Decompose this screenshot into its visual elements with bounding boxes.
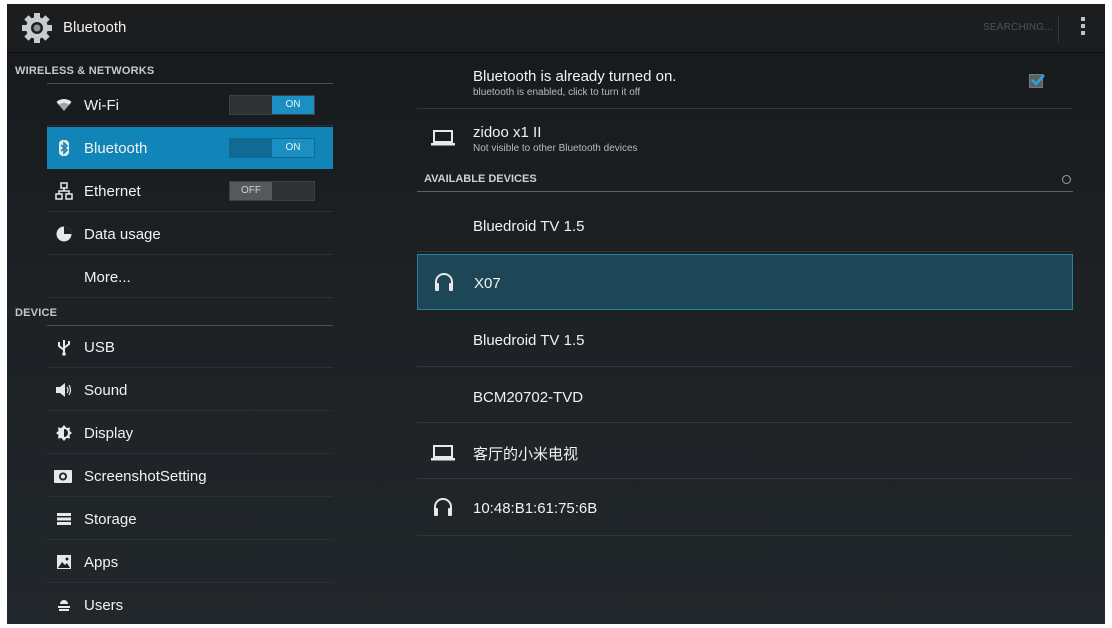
- bluetooth-toggle-state: ON: [272, 139, 314, 157]
- wifi-toggle-state: ON: [272, 96, 314, 114]
- device-name: Bluedroid TV 1.5: [473, 332, 585, 349]
- nav-label-more: More...: [84, 269, 131, 286]
- headphones-icon: [434, 498, 452, 516]
- laptop-icon: [431, 130, 455, 146]
- usb-icon: [58, 340, 70, 356]
- scanning-spinner-icon: [1062, 175, 1071, 184]
- brightness-icon: [56, 425, 72, 441]
- nav-item-more[interactable]: More...: [47, 256, 333, 298]
- device-row[interactable]: Bluedroid TV 1.5: [417, 311, 1073, 367]
- bluetooth-icon: [59, 140, 69, 156]
- device-name: BCM20702-TVD: [473, 389, 584, 406]
- available-devices-header: AVAILABLE DEVICES: [417, 164, 1073, 192]
- nav-item-sound[interactable]: Sound: [47, 369, 333, 411]
- device-name: 客厅的小米电视: [473, 446, 579, 463]
- nav-label-users: Users: [84, 597, 124, 614]
- nav-label-storage: Storage: [84, 511, 137, 528]
- nav-label-data-usage: Data usage: [84, 226, 161, 243]
- available-devices-label: AVAILABLE DEVICES: [424, 173, 537, 185]
- ethernet-toggle[interactable]: OFF: [229, 181, 315, 201]
- settings-screen: Bluetooth SEARCHING... WIRELESS & NETWOR…: [7, 4, 1105, 624]
- actionbar-divider: [1058, 16, 1059, 42]
- settings-gear-icon[interactable]: [19, 10, 55, 46]
- nav-label-ethernet: Ethernet: [84, 183, 141, 200]
- storage-icon: [57, 513, 71, 525]
- device-row[interactable]: Bluedroid TV 1.5: [417, 198, 1073, 252]
- nav-item-usb[interactable]: USB: [47, 326, 333, 368]
- device-row-selected[interactable]: X07: [417, 254, 1073, 310]
- nav-label-apps: Apps: [84, 554, 119, 571]
- bluetooth-panel: Bluetooth is already turned on. bluetoot…: [417, 52, 1073, 624]
- nav-label-wifi: Wi-Fi: [84, 97, 119, 114]
- data-usage-icon: [56, 226, 72, 242]
- app-title: Bluetooth: [63, 19, 127, 36]
- nav-label-usb: USB: [84, 339, 115, 356]
- bluetooth-enabled-checkbox[interactable]: [1029, 74, 1045, 88]
- settings-nav: WIRELESS & NETWORKS Wi-Fi ON Bluetooth O…: [7, 52, 333, 624]
- nav-item-data-usage[interactable]: Data usage: [47, 213, 333, 255]
- action-bar: Bluetooth SEARCHING...: [7, 4, 1105, 53]
- this-device-name: zidoo x1 II: [473, 124, 542, 141]
- nav-item-display[interactable]: Display: [47, 412, 333, 454]
- section-header-device: DEVICE: [7, 298, 333, 326]
- laptop-icon: [431, 445, 455, 461]
- nav-item-bluetooth[interactable]: Bluetooth ON: [47, 127, 333, 169]
- user-icon: [58, 600, 70, 611]
- bluetooth-status-subtitle: bluetooth is enabled, click to turn it o…: [473, 87, 641, 98]
- checkmark-icon: [1031, 74, 1045, 86]
- device-name: 10:48:B1:61:75:6B: [473, 500, 598, 517]
- headphones-icon: [435, 273, 453, 291]
- speaker-icon: [56, 383, 72, 397]
- searching-status[interactable]: SEARCHING...: [983, 22, 1053, 33]
- bluetooth-toggle[interactable]: ON: [229, 138, 315, 158]
- apps-icon: [57, 555, 71, 569]
- ethernet-toggle-state: OFF: [230, 182, 272, 200]
- bluetooth-status-title: Bluetooth is already turned on.: [473, 68, 677, 85]
- device-name: Bluedroid TV 1.5: [473, 218, 585, 235]
- nav-label-bluetooth: Bluetooth: [84, 140, 148, 157]
- bluetooth-status-row[interactable]: Bluetooth is already turned on. bluetoot…: [417, 52, 1073, 109]
- overflow-menu-icon[interactable]: [1078, 17, 1088, 39]
- nav-label-display: Display: [84, 425, 134, 442]
- ethernet-icon: [55, 182, 73, 200]
- nav-item-storage[interactable]: Storage: [47, 498, 333, 540]
- section-header-wireless: WIRELESS & NETWORKS: [7, 56, 333, 84]
- nav-item-ethernet[interactable]: Ethernet OFF: [47, 170, 333, 212]
- nav-item-wifi[interactable]: Wi-Fi ON: [47, 84, 333, 126]
- nav-item-screenshot[interactable]: ScreenshotSetting: [47, 455, 333, 497]
- nav-item-users[interactable]: Users: [47, 584, 333, 624]
- wifi-toggle[interactable]: ON: [229, 95, 315, 115]
- nav-label-screenshot: ScreenshotSetting: [84, 468, 207, 485]
- device-row[interactable]: 10:48:B1:61:75:6B: [417, 479, 1073, 536]
- nav-item-apps[interactable]: Apps: [47, 541, 333, 583]
- nav-label-sound: Sound: [84, 382, 128, 399]
- camera-icon: [54, 470, 72, 483]
- device-row[interactable]: BCM20702-TVD: [417, 367, 1073, 423]
- device-row[interactable]: 客厅的小米电视: [417, 423, 1073, 479]
- wifi-icon: [56, 99, 72, 111]
- this-device-visibility: Not visible to other Bluetooth devices: [473, 143, 638, 154]
- device-name: X07: [474, 275, 501, 292]
- this-device-row[interactable]: zidoo x1 II Not visible to other Bluetoo…: [417, 109, 1073, 164]
